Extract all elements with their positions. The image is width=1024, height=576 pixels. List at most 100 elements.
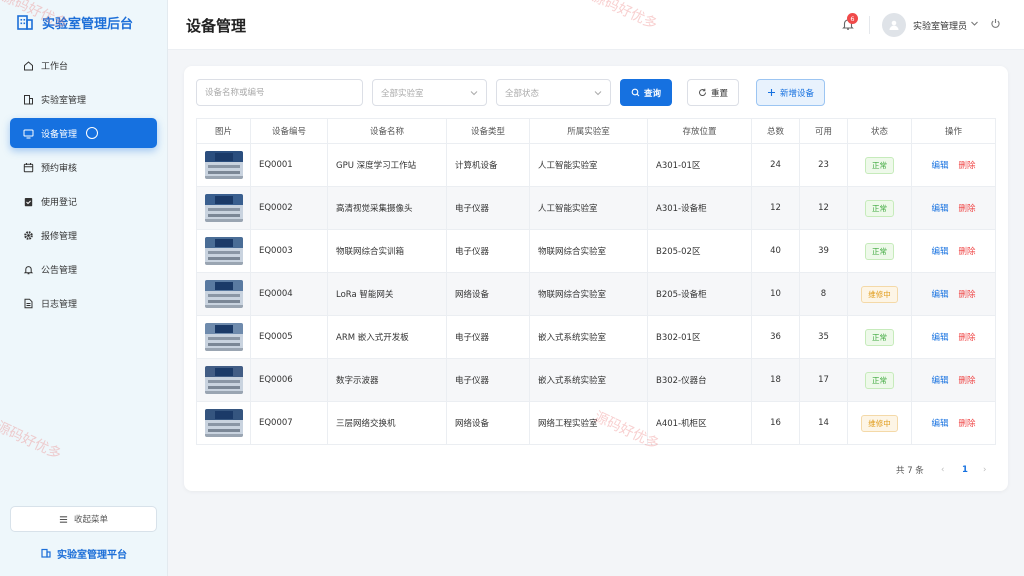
delete-button[interactable]: 删除 xyxy=(959,333,976,343)
device-table: 图片 设备编号 设备名称 设备类型 所属实验室 存放位置 总数 可用 状态 操作 EQ0001 GP… xyxy=(196,118,996,445)
device-thumbnail xyxy=(204,409,243,437)
building-icon xyxy=(41,548,51,558)
username[interactable]: 实验室管理员 xyxy=(913,19,967,32)
device-name: 三层网络交换机 xyxy=(327,401,447,445)
actions-cell: 编辑 删除 xyxy=(911,315,996,359)
lab-select[interactable]: 全部实验室 xyxy=(372,79,487,106)
power-icon[interactable] xyxy=(990,18,1001,29)
sidebar-item-calendar[interactable]: 预约审核 xyxy=(10,152,157,182)
table-row: EQ0001 GPU 深度学习工作站 计算机设备 人工智能实验室 A301-01区 24 2… xyxy=(196,143,996,187)
sidebar-item-home[interactable]: 工作台 xyxy=(10,50,157,80)
gear-icon xyxy=(24,230,33,240)
status-select[interactable]: 全部状态 xyxy=(496,79,611,106)
page-number-current[interactable]: 1 xyxy=(962,463,968,477)
device-location: B302-01区 xyxy=(647,315,752,359)
status-badge: 正常 xyxy=(865,199,894,217)
device-type: 网络设备 xyxy=(446,401,530,445)
reset-button[interactable]: 重置 xyxy=(687,79,739,106)
sidebar-item-gear[interactable]: 报修管理 xyxy=(10,220,157,250)
edit-button[interactable]: 编辑 xyxy=(931,333,948,343)
device-available: 14 xyxy=(799,401,848,445)
status-select-value: 全部状态 xyxy=(505,88,540,99)
delete-button[interactable]: 删除 xyxy=(959,376,976,386)
sidebar-item-label: 实验室管理 xyxy=(41,95,87,106)
device-thumbnail xyxy=(204,151,243,179)
brand-title: 实验室管理后台 xyxy=(42,16,134,32)
add-device-button[interactable]: 新增设备 xyxy=(756,79,825,106)
edit-button[interactable]: 编辑 xyxy=(931,376,948,386)
prev-page-button[interactable]: ‹ xyxy=(941,463,944,477)
edit-button[interactable]: 编辑 xyxy=(931,204,948,214)
sidebar-item-label: 工作台 xyxy=(41,61,69,72)
device-location: A301-01区 xyxy=(647,143,752,187)
device-available: 35 xyxy=(799,315,848,359)
delete-button[interactable]: 删除 xyxy=(959,204,976,214)
table-row: EQ0007 三层网络交换机 网络设备 网络工程实验室 A401-机柜区 16 14 维修中编… xyxy=(196,401,996,445)
header-divider xyxy=(869,16,870,34)
home-icon xyxy=(24,60,33,70)
delete-button[interactable]: 删除 xyxy=(959,161,976,171)
device-available: 23 xyxy=(799,143,848,187)
device-available: 39 xyxy=(799,229,848,273)
edit-button[interactable]: 编辑 xyxy=(931,290,948,300)
device-location: A301-设备柜 xyxy=(647,186,752,230)
collapse-menu-label: 收起菜单 xyxy=(73,515,108,525)
device-type: 计算机设备 xyxy=(446,143,530,187)
device-lab: 物联网综合实验室 xyxy=(529,272,648,316)
edit-button[interactable]: 编辑 xyxy=(931,247,948,257)
add-device-label: 新增设备 xyxy=(779,88,814,99)
delete-button[interactable]: 删除 xyxy=(959,247,976,257)
status-badge: 维修中 xyxy=(861,414,898,432)
device-thumbnail xyxy=(204,194,243,222)
edit-button[interactable]: 编辑 xyxy=(931,161,948,171)
next-page-button[interactable]: › xyxy=(983,463,986,477)
device-available: 17 xyxy=(799,358,848,402)
brand[interactable]: 实验室管理后台 xyxy=(0,0,167,44)
edit-button[interactable]: 编辑 xyxy=(931,419,948,429)
device-code: EQ0002 xyxy=(250,186,328,230)
sidebar-item-label: 预约审核 xyxy=(41,163,78,174)
status-cell: 正常 xyxy=(847,229,912,273)
device-lab: 人工智能实验室 xyxy=(529,186,648,230)
status-cell: 正常 xyxy=(847,186,912,230)
device-type: 电子仪器 xyxy=(446,358,530,402)
table-row: EQ0002 高清视觉采集摄像头 电子仪器 人工智能实验室 A301-设备柜 12 12 正常… xyxy=(196,186,996,230)
table-body: EQ0001 GPU 深度学习工作站 计算机设备 人工智能实验室 A301-01区 24 2… xyxy=(196,143,996,445)
chevron-down-icon[interactable] xyxy=(970,19,979,28)
avatar[interactable] xyxy=(882,13,906,37)
lab-select-value: 全部实验室 xyxy=(381,88,424,99)
device-lab: 网络工程实验室 xyxy=(529,401,648,445)
delete-button[interactable]: 删除 xyxy=(959,290,976,300)
status-cell: 正常 xyxy=(847,143,912,187)
top-header: 设备管理 6 实验室管理员 xyxy=(168,0,1024,50)
query-button[interactable]: 查询 xyxy=(620,79,672,106)
sidebar-item-document[interactable]: 日志管理 xyxy=(10,288,157,318)
sidebar-item-bell[interactable]: 公告管理 xyxy=(10,254,157,284)
user-icon xyxy=(889,20,899,30)
sidebar-item-monitor[interactable]: 设备管理 xyxy=(10,118,157,148)
building-icon xyxy=(24,94,33,104)
table-header-row: 图片 设备编号 设备名称 设备类型 所属实验室 存放位置 总数 可用 状态 操作 xyxy=(196,118,996,144)
device-total: 12 xyxy=(751,186,800,230)
image-cell xyxy=(196,229,251,273)
device-thumbnail xyxy=(204,280,243,308)
actions-cell: 编辑 删除 xyxy=(911,186,996,230)
device-code: EQ0005 xyxy=(250,315,328,359)
sidebar: 实验室管理后台 工作台实验室管理设备管理预约审核使用登记报修管理公告管理日志管理… xyxy=(0,0,168,576)
device-total: 10 xyxy=(751,272,800,316)
platform-label: 实验室管理平台 xyxy=(57,549,127,561)
image-cell xyxy=(196,358,251,402)
collapse-menu-button[interactable]: 收起菜单 xyxy=(10,506,157,532)
platform-footer: 实验室管理平台 xyxy=(0,544,168,562)
sidebar-item-building[interactable]: 实验室管理 xyxy=(10,84,157,114)
device-total: 40 xyxy=(751,229,800,273)
sidebar-item-clipboard-check[interactable]: 使用登记 xyxy=(10,186,157,216)
monitor-icon xyxy=(23,129,34,138)
status-cell: 维修中 xyxy=(847,272,912,316)
delete-button[interactable]: 删除 xyxy=(959,419,976,429)
column-header: 设备类型 xyxy=(446,118,530,144)
device-lab: 嵌入式系统实验室 xyxy=(529,315,648,359)
device-location: B205-02区 xyxy=(647,229,752,273)
search-input[interactable] xyxy=(196,79,363,106)
column-header: 状态 xyxy=(847,118,912,144)
